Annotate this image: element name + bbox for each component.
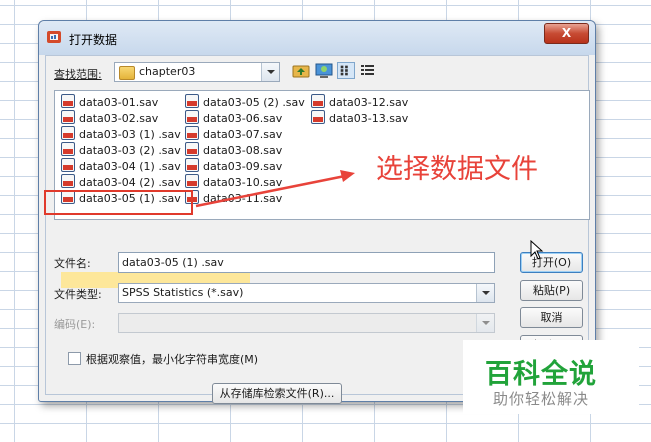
close-button[interactable]: X: [544, 23, 589, 44]
file-item[interactable]: data03-10.sav: [185, 174, 282, 190]
lookin-combo[interactable]: chapter03: [114, 62, 280, 82]
file-item[interactable]: data03-08.sav: [185, 142, 282, 158]
sav-file-icon: [61, 126, 75, 140]
chevron-down-icon[interactable]: [476, 284, 494, 302]
retrieve-from-repository-button[interactable]: 从存储库检索文件(R)...: [212, 383, 342, 404]
sav-file-icon: [185, 158, 199, 172]
sav-file-icon: [185, 126, 199, 140]
sav-file-icon: [61, 142, 75, 156]
file-item[interactable]: data03-02.sav: [61, 110, 158, 126]
folder-icon: [119, 66, 135, 80]
file-item[interactable]: data03-04 (1) .sav: [61, 158, 181, 174]
sav-file-icon: [311, 110, 325, 124]
file-item[interactable]: data03-13.sav: [311, 110, 408, 126]
chevron-down-icon: [476, 314, 494, 332]
watermark: 百科全说 助你轻松解决: [463, 340, 639, 414]
spss-app-icon: [47, 31, 61, 43]
encoding-select: [118, 313, 495, 333]
mouse-cursor-icon: [530, 240, 544, 260]
chevron-down-icon[interactable]: [261, 63, 279, 81]
sav-file-icon: [185, 174, 199, 188]
sav-file-icon: [61, 174, 75, 188]
filename-input[interactable]: data03-05 (1) .sav: [118, 252, 495, 273]
sav-file-icon: [61, 158, 75, 172]
watermark-subtitle: 助你轻松解决: [493, 390, 590, 408]
minimize-width-checkbox[interactable]: [68, 352, 81, 365]
filename-label: 文件名:: [54, 257, 91, 270]
file-item[interactable]: data03-05 (2) .sav: [185, 94, 305, 110]
details-view-icon[interactable]: [359, 62, 377, 79]
sav-file-icon: [311, 94, 325, 108]
minimize-width-label: 根据观察值，最小化字符串宽度(M): [86, 353, 259, 366]
file-item[interactable]: data03-03 (2) .sav: [61, 142, 181, 158]
cancel-button[interactable]: 取消: [520, 307, 583, 328]
sav-file-icon: [185, 94, 199, 108]
dialog-title: 打开数据: [69, 33, 118, 47]
sav-file-icon: [185, 142, 199, 156]
selection-callout-box: [44, 190, 193, 215]
file-item[interactable]: data03-07.sav: [185, 126, 282, 142]
file-item[interactable]: data03-12.sav: [311, 94, 408, 110]
paste-button[interactable]: 粘贴(P): [520, 280, 583, 301]
filetype-label: 文件类型:: [54, 288, 102, 301]
annotation-text: 选择数据文件: [376, 154, 538, 185]
watermark-title: 百科全说: [485, 359, 597, 390]
file-item[interactable]: data03-09.sav: [185, 158, 282, 174]
file-item[interactable]: data03-11.sav: [185, 190, 282, 206]
file-item[interactable]: data03-06.sav: [185, 110, 282, 126]
lookin-label: 查找范围:: [54, 68, 102, 81]
sav-file-icon: [61, 94, 75, 108]
encoding-label: 编码(E):: [54, 318, 96, 331]
file-item[interactable]: data03-01.sav: [61, 94, 158, 110]
dialog-titlebar: 打开数据 X: [39, 21, 595, 55]
filetype-select[interactable]: SPSS Statistics (*.sav): [118, 283, 495, 303]
sav-file-icon: [61, 110, 75, 124]
up-folder-icon[interactable]: [292, 62, 310, 79]
file-item[interactable]: data03-03 (1) .sav: [61, 126, 181, 142]
list-view-icon[interactable]: [337, 62, 355, 79]
filetype-value: SPSS Statistics (*.sav): [122, 286, 244, 299]
lookin-value: chapter03: [139, 65, 196, 78]
sav-file-icon: [185, 110, 199, 124]
desktop-icon[interactable]: [315, 62, 333, 79]
file-item[interactable]: data03-04 (2) .sav: [61, 174, 181, 190]
